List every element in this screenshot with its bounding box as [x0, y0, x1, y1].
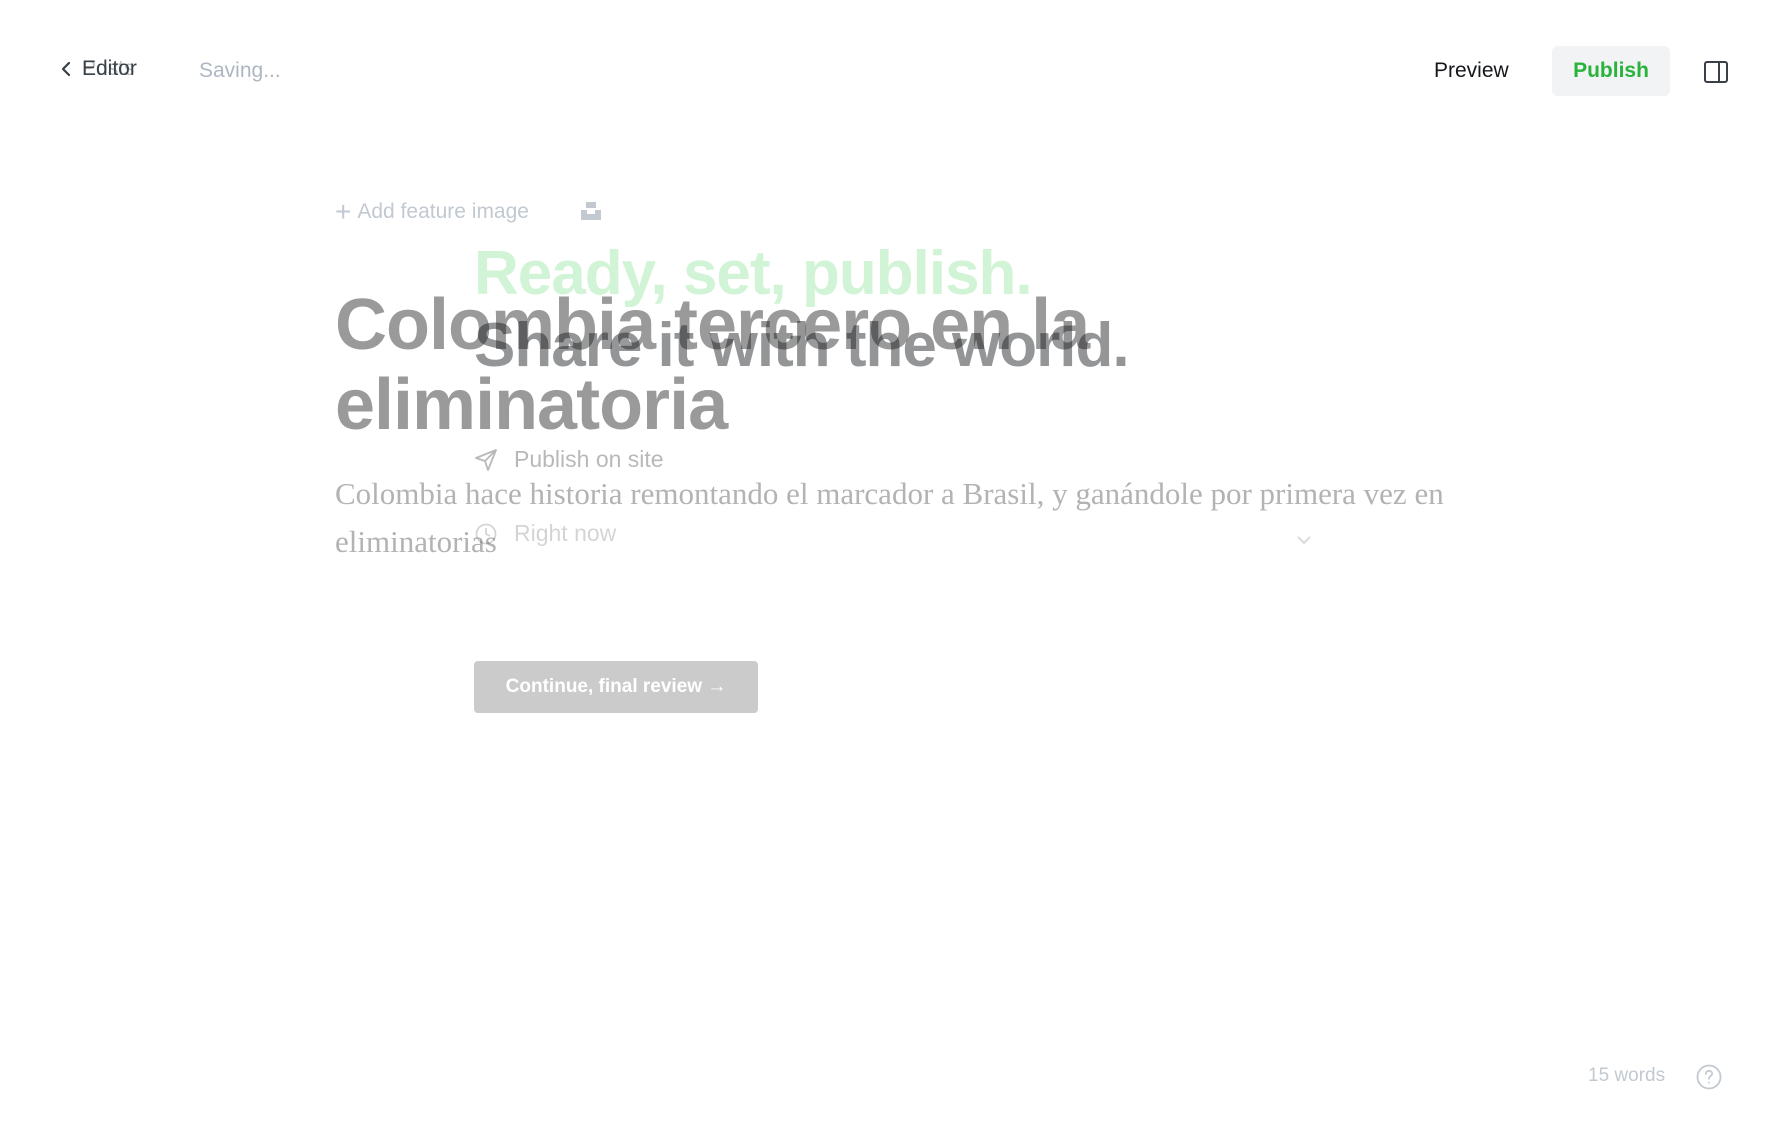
chevron-down-icon[interactable] — [1296, 534, 1312, 546]
publish-button[interactable]: Publish — [1552, 46, 1670, 96]
publish-flow-modal: Ready, set, publish. Share it with the w… — [0, 0, 1779, 1145]
publish-type-label: Publish on site — [514, 446, 664, 472]
back-to-posts-link[interactable]: Editor Posts — [60, 57, 137, 81]
back-link-label-overlay: Posts — [82, 57, 135, 80]
publish-time-label: Right now — [514, 520, 617, 546]
publish-time-option[interactable]: Right now — [474, 520, 616, 547]
paper-plane-icon — [475, 448, 497, 471]
chevron-left-icon — [61, 61, 71, 77]
editor-topbar: Editor Posts Saving... Preview Publish — [0, 0, 1779, 144]
publish-type-option[interactable]: Publish on site — [474, 446, 664, 473]
publish-headline-ready: Ready, set, publish. — [474, 239, 1033, 308]
word-count: 15 words — [1588, 1065, 1666, 1086]
continue-final-review-button[interactable]: Continue, final review → — [474, 661, 758, 713]
sidebar-toggle-icon[interactable] — [1702, 58, 1730, 86]
save-status: Saving... — [199, 59, 281, 82]
clock-icon — [475, 523, 497, 544]
question-circle-icon[interactable] — [1696, 1064, 1722, 1090]
preview-button[interactable]: Preview — [1420, 46, 1523, 96]
publish-headline-share: Share it with the world. — [474, 311, 1130, 380]
